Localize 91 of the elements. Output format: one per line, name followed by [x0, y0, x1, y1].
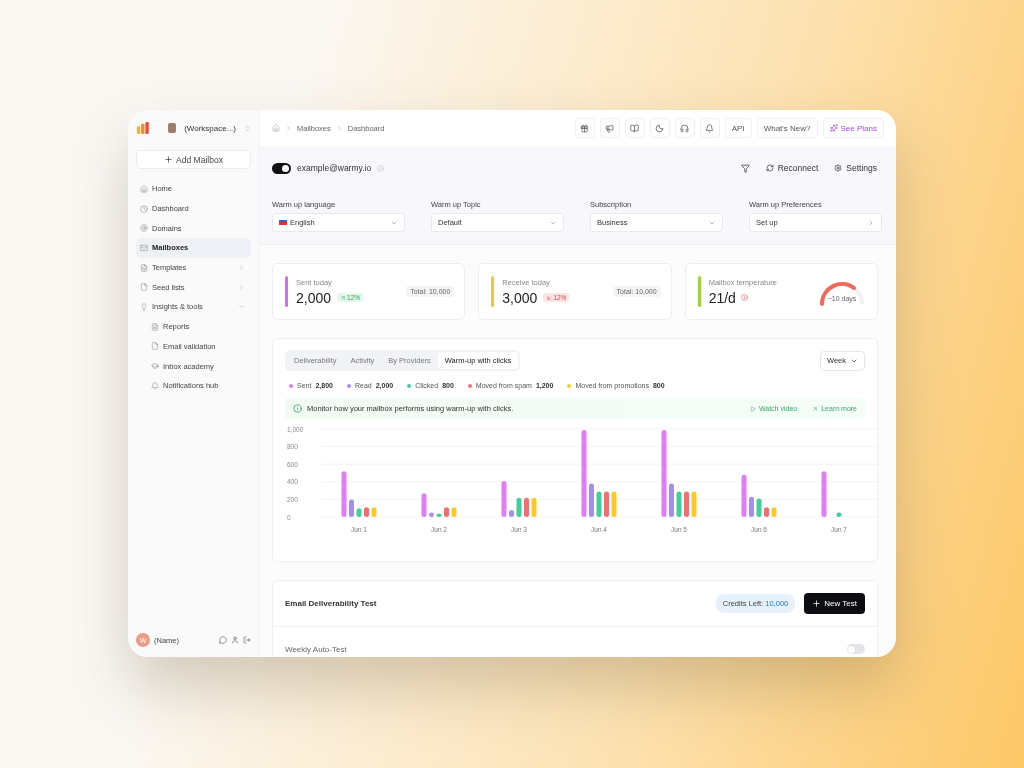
- bell-button[interactable]: [699, 118, 720, 138]
- filter-icon: [740, 163, 750, 173]
- auto-test-switch[interactable]: [847, 644, 865, 654]
- sparkles-icon: [829, 124, 838, 132]
- chart-bar: [596, 491, 602, 517]
- settings-icon: [834, 164, 843, 172]
- chart-bar: [531, 497, 537, 517]
- play-icon: [749, 405, 756, 412]
- chevron-right-icon: [867, 218, 875, 227]
- info-icon: [377, 164, 385, 172]
- bell-icon: [151, 381, 159, 390]
- chart-bar: [524, 497, 529, 517]
- chart-bar: [341, 471, 347, 517]
- chart-bar: [429, 512, 434, 517]
- chat-icon[interactable]: [219, 636, 227, 644]
- stat-value: 3,000: [502, 289, 538, 306]
- home-icon[interactable]: [272, 124, 280, 132]
- user-icon[interactable]: [231, 636, 239, 644]
- top-bar-button[interactable]: API: [724, 118, 752, 138]
- plus-icon: [164, 155, 174, 164]
- chart-bar: [436, 513, 442, 517]
- file-icon: [140, 283, 148, 292]
- chevron-right-icon: [285, 124, 292, 132]
- document-icon: [140, 263, 148, 272]
- chart-bar: [821, 471, 827, 517]
- chevron-right-icon: [335, 124, 343, 132]
- headphones-icon: [680, 123, 690, 133]
- headphones-button[interactable]: [674, 118, 695, 138]
- chart-bar: [444, 507, 449, 517]
- chart-bar: [509, 509, 514, 517]
- gauge-drawing: [820, 281, 864, 306]
- stat-value: 21/d: [708, 289, 736, 306]
- refresh-icon: [765, 164, 774, 172]
- megaphone-icon: [605, 123, 615, 133]
- document-icon: [151, 322, 159, 331]
- gift-button[interactable]: [574, 118, 595, 138]
- mailbox-email: example@warmy.io: [297, 163, 372, 173]
- at-sign-icon: [140, 224, 148, 233]
- chart-bar: [756, 498, 762, 517]
- chart-bar: [611, 491, 617, 517]
- top-bar-button[interactable]: What's New?: [756, 118, 818, 138]
- chart-bar: [691, 491, 697, 517]
- home-icon: [140, 184, 148, 193]
- workspace-image: [167, 123, 177, 133]
- chart-bar: [749, 496, 754, 517]
- book-icon: [630, 123, 640, 133]
- file-icon: [151, 342, 159, 351]
- switch-icon[interactable]: [244, 124, 251, 132]
- header-action-button[interactable]: Settings: [829, 160, 882, 176]
- stat-value: 2,000: [296, 289, 332, 306]
- book-button[interactable]: [624, 118, 645, 138]
- chart-bar: [771, 507, 777, 517]
- moon-button[interactable]: [649, 118, 670, 138]
- logout-icon[interactable]: [243, 636, 251, 644]
- workspace-name[interactable]: (Workspace...): [184, 123, 236, 133]
- mail-icon: [140, 243, 148, 252]
- info-icon: [740, 294, 748, 301]
- chart-bar: [356, 508, 362, 517]
- new-test-button[interactable]: New Test: [804, 593, 865, 614]
- mailbox-toggle[interactable]: [272, 162, 291, 174]
- gift-icon: [580, 123, 590, 133]
- megaphone-button[interactable]: [599, 118, 620, 138]
- moon-icon: [655, 123, 665, 133]
- chart-bar: [501, 480, 507, 517]
- chart-bar: [764, 507, 769, 517]
- chart-bar: [604, 491, 609, 517]
- chart-bar: [836, 512, 842, 517]
- chart-bar: [364, 507, 369, 517]
- graduation-cap-icon: [151, 362, 159, 371]
- lightbulb-icon: [140, 302, 148, 311]
- chart-bar: [684, 491, 689, 517]
- chart-bar: [516, 497, 522, 517]
- card-title: Email Deliverability Test: [285, 599, 378, 608]
- plus-icon: [812, 599, 822, 608]
- chart-bar: [451, 507, 457, 517]
- bell-icon: [705, 123, 715, 133]
- chart-bar: [589, 483, 594, 517]
- chart-bar: [421, 493, 427, 517]
- clock-icon: [140, 204, 148, 213]
- chart-bar: [741, 474, 747, 517]
- top-bar-button[interactable]: See Plans: [822, 118, 884, 138]
- chart-bar: [349, 499, 354, 517]
- chart-bar: [371, 507, 377, 517]
- info-icon: [293, 404, 302, 413]
- header-action-button[interactable]: Reconnect: [760, 160, 824, 176]
- setting-label: Weekly Auto-Test: [285, 644, 348, 654]
- chart-bar: [676, 491, 682, 517]
- add-mailbox-button[interactable]: Add Mailbox: [136, 150, 251, 169]
- logo-icon: [136, 120, 150, 136]
- arrow-up-right-icon: [812, 405, 819, 412]
- chart-bar: [669, 483, 674, 517]
